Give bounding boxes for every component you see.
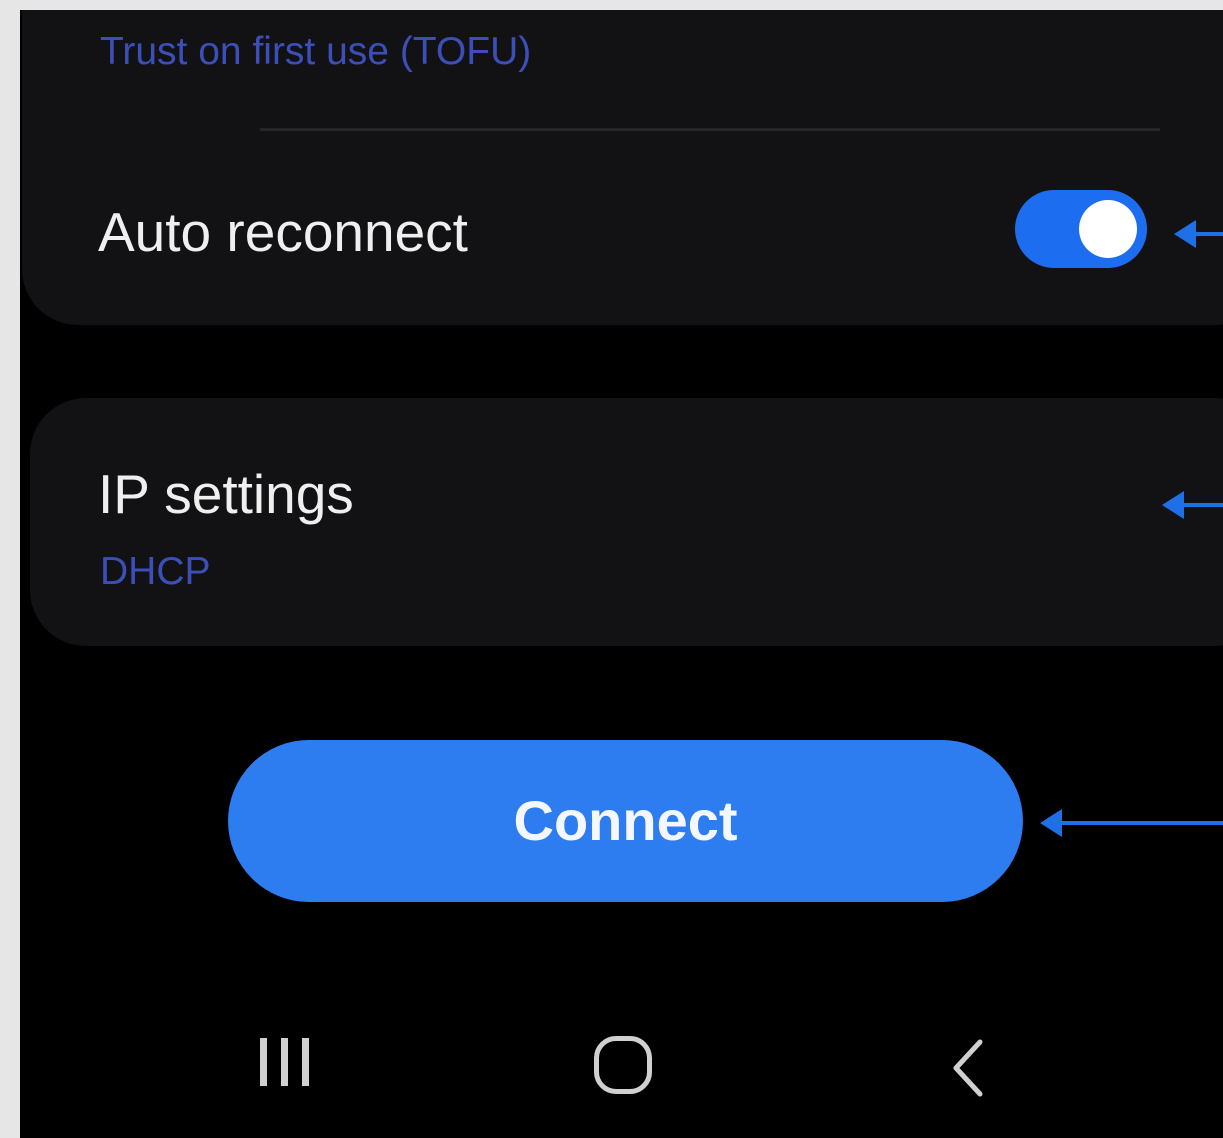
connect-button[interactable]: Connect (228, 740, 1023, 902)
wifi-network-settings-screen: Trust on first use (TOFU) Auto reconnect… (20, 10, 1223, 1138)
recents-bar (260, 1038, 267, 1086)
recents-bar (281, 1038, 288, 1086)
auto-reconnect-toggle[interactable] (1015, 190, 1147, 268)
back-icon[interactable] (948, 1038, 988, 1098)
annotation-arrow-icon (1040, 809, 1223, 837)
divider (260, 128, 1160, 131)
home-icon[interactable] (594, 1036, 652, 1094)
annotation-arrow-icon (1174, 220, 1223, 248)
back-chevron-icon (953, 1039, 983, 1097)
ca-certificate-value: Trust on first use (TOFU) (100, 30, 532, 73)
toggle-knob (1079, 200, 1137, 258)
ip-settings-label: IP settings (98, 463, 354, 525)
recents-bar (302, 1038, 309, 1086)
auto-reconnect-label: Auto reconnect (98, 201, 468, 263)
annotation-arrow-icon (1162, 491, 1223, 519)
ip-settings-value: DHCP (100, 550, 211, 593)
recents-icon[interactable] (256, 1030, 314, 1094)
